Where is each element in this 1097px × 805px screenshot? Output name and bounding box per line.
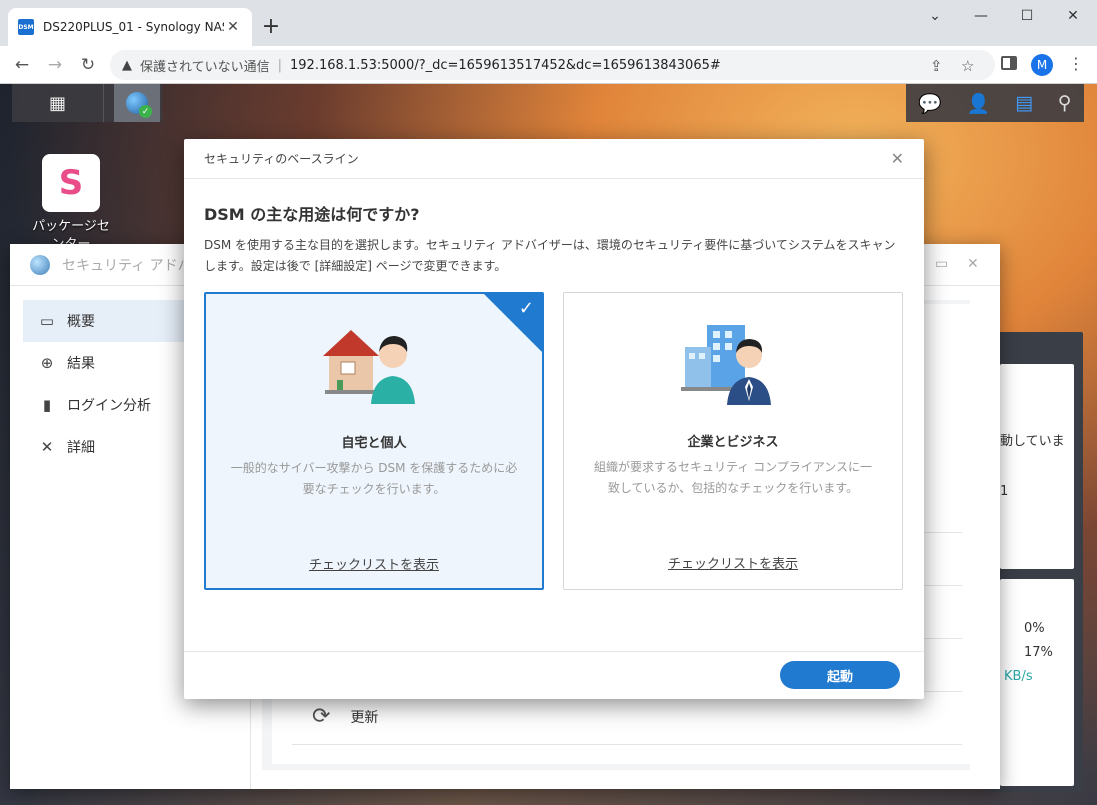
maximize-icon[interactable]: ☐ — [1004, 0, 1050, 32]
bar-chart-icon: ▮ — [42, 396, 52, 414]
tab-title: DS220PLUS_01 - Synology NAS — [43, 20, 224, 34]
insecure-label[interactable]: 保護されていない通信 — [140, 56, 270, 75]
side-panel-icon[interactable] — [1001, 56, 1017, 70]
refresh-button[interactable]: ⟳ 更新 — [312, 704, 378, 729]
widgets-icon[interactable]: ▤ — [1015, 92, 1033, 114]
option-title: 企業とビジネス — [687, 435, 779, 450]
refresh-icon: ⟳ — [312, 704, 331, 729]
browser-toolbar: ← → ↻ ▲ 保護されていない通信 | 192.168.1.53:5000/?… — [0, 46, 1097, 84]
business-person-icon — [681, 325, 771, 405]
widget-card-status — [1000, 364, 1074, 569]
more-menu-icon[interactable]: ⋮ — [1068, 54, 1084, 73]
user-icon[interactable]: 👤 — [967, 92, 991, 115]
home-person-icon — [323, 330, 415, 404]
option-home-personal[interactable]: ✓ 自宅と個人 一般的なサイバー攻撃から DSM を保護するために必要なチェック… — [204, 292, 544, 590]
network-unit: KB/s — [1004, 669, 1033, 684]
package-center-label[interactable]: パッケージセンター — [30, 218, 112, 244]
cpu-value: 0% — [1024, 621, 1045, 636]
warning-icon[interactable]: ▲ — [122, 58, 132, 73]
profile-avatar[interactable]: M — [1031, 54, 1053, 76]
reload-icon[interactable]: ↻ — [77, 54, 99, 76]
close-window-icon[interactable]: ✕ — [967, 256, 979, 272]
widget-value-1: 1 — [1000, 484, 1009, 499]
dsm-taskbar: ▦ — [12, 84, 162, 122]
tools-icon: ✕ — [40, 438, 54, 456]
minimize-icon[interactable]: — — [958, 0, 1004, 32]
overview-icon: ▭ — [39, 312, 55, 330]
browser-tab[interactable]: DSM DS220PLUS_01 - Synology NAS ✕ — [8, 8, 252, 46]
view-checklist-link[interactable]: チェックリストを表示 — [206, 554, 542, 573]
footer-divider — [184, 651, 924, 652]
sidebar-item-label: 概要 — [67, 314, 95, 330]
option-enterprise-business[interactable]: 企業とビジネス 組織が要求するセキュリティ コンプライアンスに一致しているか、包… — [563, 292, 903, 590]
security-advisor-icon — [126, 92, 152, 118]
dsm-tray: 💬 👤 ▤ ⚲ — [906, 84, 1084, 122]
sidebar-item-label: 詳細 — [67, 440, 95, 456]
modal-description: DSM を使用する主な目的を選択します。セキュリティ アドバイザーは、環境のセキ… — [204, 238, 896, 273]
option-title: 自宅と個人 — [341, 436, 407, 451]
dsm-favicon-icon: DSM — [18, 19, 34, 35]
widget-status-text: 動していま — [1000, 434, 1065, 449]
close-window-icon[interactable]: ✕ — [1050, 0, 1096, 32]
main-menu-icon[interactable]: ▦ — [12, 84, 104, 122]
address-bar[interactable]: ▲ 保護されていない通信 | 192.168.1.53:5000/?_dc=16… — [110, 50, 995, 80]
modal-question: DSM の主な用途は何ですか? — [204, 205, 420, 224]
url-text[interactable]: 192.168.1.53:5000/?_dc=1659613517452&dc=… — [290, 58, 721, 73]
tab-close-icon[interactable]: ✕ — [224, 19, 242, 35]
sidebar-item-label: 結果 — [67, 356, 95, 372]
package-center-logo: S — [58, 163, 84, 203]
launch-button[interactable]: 起動 — [780, 661, 900, 689]
option-description: 組織が要求するセキュリティ コンプライアンスに一致しているか、包括的なチェックを… — [593, 460, 873, 495]
bookmark-star-icon[interactable]: ☆ — [961, 57, 974, 75]
security-advisor-icon — [30, 254, 50, 275]
baseline-modal: セキュリティのベースライン ✕ DSM の主な用途は何ですか? DSM を使用す… — [184, 139, 924, 699]
modal-header: セキュリティのベースライン — [184, 139, 924, 179]
new-tab-icon[interactable]: + — [260, 16, 282, 38]
row-divider — [292, 744, 962, 745]
sidebar-item-label: ログイン分析 — [67, 398, 151, 414]
search-icon[interactable]: ⚲ — [1058, 92, 1072, 114]
tab-search-chevron-icon[interactable]: ⌄ — [912, 0, 958, 32]
maximize-window-icon[interactable]: ▭ — [935, 256, 948, 272]
back-icon[interactable]: ← — [11, 54, 33, 76]
option-description: 一般的なサイバー攻撃から DSM を保護するために必要なチェックを行います。 — [230, 461, 518, 496]
package-center-icon[interactable]: S — [42, 154, 100, 212]
forward-icon[interactable]: → — [44, 54, 66, 76]
target-icon: ⊕ — [40, 354, 54, 372]
separator: | — [277, 57, 283, 73]
chat-icon[interactable]: 💬 — [918, 92, 942, 115]
taskbar-security-advisor[interactable] — [114, 84, 160, 122]
view-checklist-link[interactable]: チェックリストを表示 — [564, 553, 902, 572]
share-icon[interactable]: ⇪ — [930, 57, 943, 75]
ram-value: 17% — [1024, 645, 1053, 660]
browser-tab-bar: DSM DS220PLUS_01 - Synology NAS ✕ + ⌄ — … — [0, 0, 1097, 46]
close-icon[interactable]: ✕ — [891, 149, 904, 168]
checkmark-icon: ✓ — [518, 298, 534, 319]
refresh-label: 更新 — [350, 709, 379, 726]
